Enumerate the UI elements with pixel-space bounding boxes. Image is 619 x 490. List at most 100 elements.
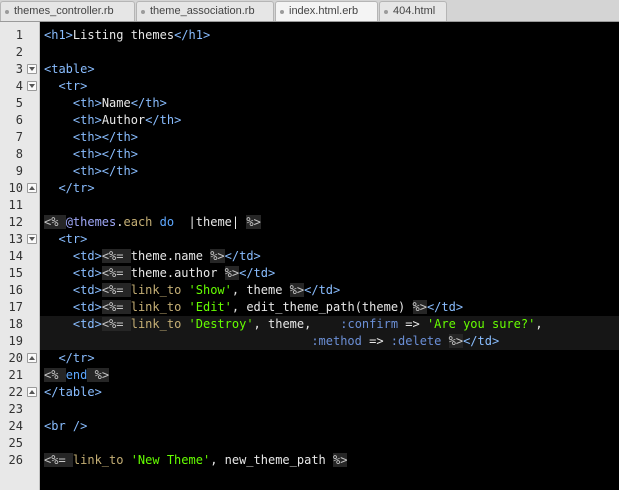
code-text: <th></th> [44, 163, 138, 180]
gutter-line: 5 [0, 95, 40, 112]
code-token: <td> [72, 317, 102, 331]
gutter-line: 8 [0, 146, 40, 163]
fold-triangle-up-icon[interactable] [27, 387, 37, 397]
code-line: <th></th> [40, 163, 619, 180]
code-text: <th></th> [44, 146, 138, 163]
code-line: :method => :delete %></td> [40, 333, 619, 350]
code-line: <th>Author</th> [40, 112, 619, 129]
gutter-line: 3 [0, 61, 40, 78]
code-text: <tr> [44, 231, 87, 248]
line-number: 24 [8, 419, 23, 433]
fold-triangle-down-icon[interactable] [27, 64, 37, 74]
tab-dot-icon [141, 10, 145, 14]
code-text: <br /> [44, 418, 87, 435]
code-token: each [123, 215, 153, 229]
code-line: <td><%= theme.name %></td> [40, 248, 619, 265]
gutter-line: 4 [0, 78, 40, 95]
code-token: %> [246, 215, 261, 229]
code-token: :delete [390, 334, 442, 348]
fold-triangle-down-icon[interactable] [27, 81, 37, 91]
fold-triangle-up-icon[interactable] [27, 183, 37, 193]
code-text: <% @themes.each do |theme| %> [44, 214, 261, 231]
code-line: <% end %> [40, 367, 619, 384]
code-token: <td> [72, 283, 102, 297]
code-token: => [361, 334, 391, 348]
code-token: </td> [224, 249, 261, 263]
code-token: </td> [239, 266, 276, 280]
code-token: 'Edit' [181, 300, 232, 314]
code-token: => [398, 317, 427, 331]
code-token: %> [412, 300, 427, 314]
code-token: <tr> [58, 79, 88, 93]
code-token: 'Are you sure?' [426, 317, 536, 331]
code-token: , theme [231, 283, 290, 297]
line-number: 14 [8, 249, 23, 263]
code-line: <% @themes.each do |theme| %> [40, 214, 619, 231]
code-text: <th>Name</th> [44, 95, 167, 112]
line-number: 11 [8, 198, 23, 212]
tab-theme-association[interactable]: theme_association.rb [136, 1, 274, 21]
line-number: 23 [8, 402, 23, 416]
tab-themes-controller[interactable]: themes_controller.rb [0, 1, 135, 21]
tab-index-html-erb[interactable]: index.html.erb [275, 1, 378, 21]
fold-triangle-down-icon[interactable] [27, 234, 37, 244]
code-token: <th></th> [72, 164, 138, 178]
code-text: <th>Author</th> [44, 112, 181, 129]
code-token: <tr> [58, 232, 88, 246]
code-token: %> [87, 368, 110, 382]
code-token: <h1> [44, 28, 73, 42]
code-token: <%= [101, 317, 131, 331]
line-number: 20 [8, 351, 23, 365]
line-number: 3 [15, 62, 23, 76]
code-token: :method [311, 334, 362, 348]
code-text: </tr> [44, 350, 94, 367]
gutter-line: 21 [0, 367, 40, 384]
fold-triangle-up-icon[interactable] [27, 353, 37, 363]
gutter-line: 24 [0, 418, 40, 435]
code-text: <td><%= theme.name %></td> [44, 248, 261, 265]
code-token: , new_theme_path [210, 453, 334, 467]
gutter-line: 13 [0, 231, 40, 248]
code-token: 'Destroy' [181, 317, 254, 331]
code-text: <td><%= link_to 'Show', theme %></td> [44, 282, 340, 299]
code-token: <th></th> [72, 130, 138, 144]
code-token: link_to [130, 283, 182, 297]
code-text: <td><%= link_to 'Destroy', theme, :confi… [44, 316, 543, 333]
gutter-line: 23 [0, 401, 40, 418]
code-token: <th> [72, 96, 102, 110]
code-token: 'New Theme' [123, 453, 211, 467]
code-token: <table> [44, 62, 95, 76]
code-line: </tr> [40, 180, 619, 197]
code-token: </td> [304, 283, 341, 297]
code-token: , edit_theme_path(theme) [231, 300, 413, 314]
code-line: <th></th> [40, 146, 619, 163]
line-number: 4 [15, 79, 23, 93]
code-token: </th> [130, 96, 167, 110]
code-token: link_to [130, 300, 182, 314]
code-token: %> [333, 453, 348, 467]
code-line: <th></th> [40, 129, 619, 146]
gutter-line: 16 [0, 282, 40, 299]
code-token: Name [101, 96, 131, 110]
code-token: <% [44, 215, 66, 229]
code-editor[interactable]: <h1>Listing themes</h1> <table> <tr> <th>… [40, 22, 619, 490]
tab-404-html[interactable]: 404.html [379, 1, 447, 21]
code-token: link_to [130, 317, 182, 331]
code-line: <tr> [40, 231, 619, 248]
line-number: 5 [15, 96, 23, 110]
line-number: 26 [8, 453, 23, 467]
code-line: <td><%= theme.author %></td> [40, 265, 619, 282]
line-number: 18 [8, 317, 23, 331]
code-line: </tr> [40, 350, 619, 367]
code-line: <td><%= link_to 'Destroy', theme, :confi… [40, 316, 619, 333]
